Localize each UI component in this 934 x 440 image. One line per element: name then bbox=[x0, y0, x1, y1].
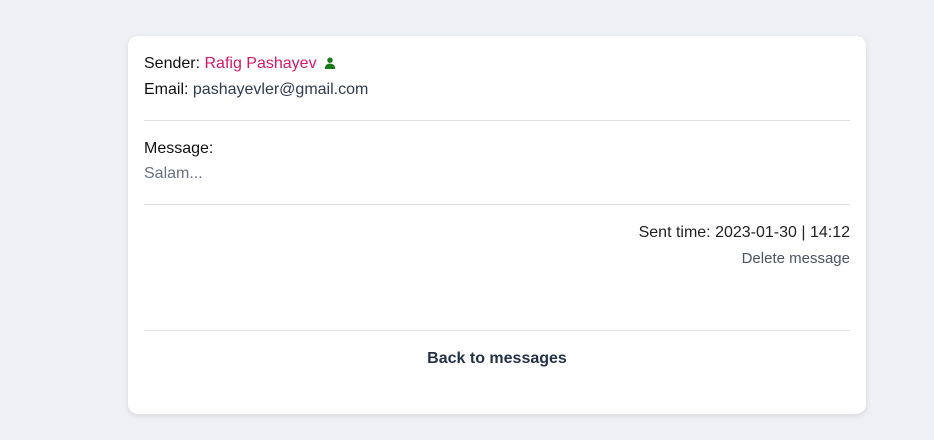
divider bbox=[144, 204, 850, 205]
email-row: Email: pashayevler@gmail.com bbox=[144, 81, 368, 99]
sender-name: Rafig Pashayev bbox=[204, 55, 317, 72]
delete-message-link[interactable]: Delete message bbox=[742, 250, 850, 267]
message-card: Sender: Rafig Pashayev Email: pashayevle… bbox=[128, 36, 866, 414]
sender-row: Sender: Rafig Pashayev bbox=[144, 55, 336, 73]
email-value: pashayevler@gmail.com bbox=[192, 81, 369, 98]
divider bbox=[144, 120, 850, 121]
message-body: Salam... bbox=[144, 165, 203, 182]
back-to-messages-link[interactable]: Back to messages bbox=[128, 350, 866, 368]
user-icon bbox=[324, 56, 336, 69]
message-label: Message: bbox=[144, 140, 214, 157]
sender-label: Sender: bbox=[144, 55, 201, 72]
sent-time: Sent time: 2023-01-30 | 14:12 bbox=[638, 224, 850, 241]
email-label: Email: bbox=[144, 81, 189, 98]
divider bbox=[144, 330, 850, 331]
